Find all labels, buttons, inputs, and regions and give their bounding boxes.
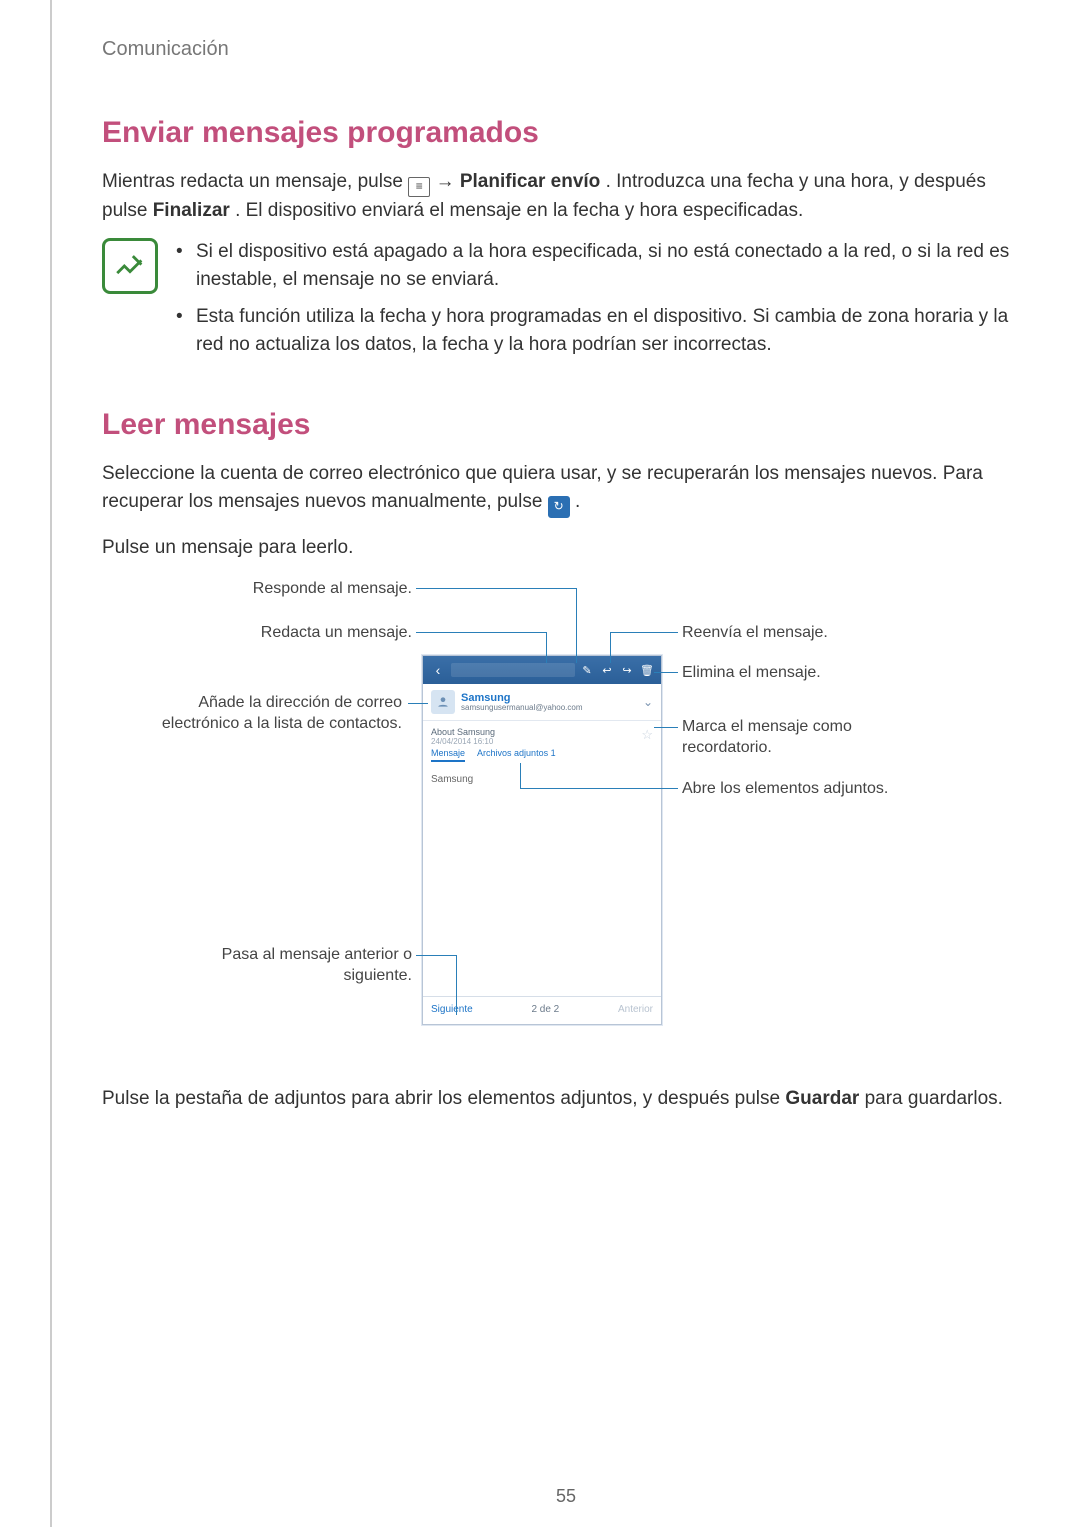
callout-prev-next: Pasa al mensaje anterior o siguiente. — [162, 945, 412, 987]
scheduled-paragraph: Mientras redacta un mensaje, pulse ≡ → P… — [102, 168, 1020, 224]
compose-icon[interactable]: ✎ — [579, 662, 595, 678]
text: . — [575, 491, 580, 512]
text: Mientras redacta un mensaje, pulse — [102, 171, 408, 192]
email-diagram: ‹ ✎ ↩ ↪ 🗑 Samsung samsungusermanual@yaho… — [102, 575, 962, 1055]
text-bold: Planificar envío — [460, 171, 600, 192]
callout-compose: Redacta un mensaje. — [132, 623, 412, 644]
note-item: Si el dispositivo está apagado a la hora… — [176, 238, 1020, 293]
heading-read: Leer mensajes — [102, 408, 1020, 442]
nav-prev-button[interactable]: Anterior — [618, 1004, 653, 1015]
menu-icon: ≡ — [408, 177, 430, 197]
phone-body: Samsung — [423, 766, 661, 996]
note-block: Si el dispositivo está apagado a la hora… — [102, 238, 1020, 368]
forward-icon[interactable]: ↪ — [619, 662, 635, 678]
nav-count: 2 de 2 — [531, 1004, 559, 1015]
avatar-icon[interactable] — [431, 690, 455, 714]
back-icon[interactable]: ‹ — [429, 661, 447, 679]
nav-next-button[interactable]: Siguiente — [431, 1004, 473, 1015]
text-bold: Finalizar — [153, 200, 230, 221]
star-icon[interactable]: ☆ — [641, 727, 653, 746]
read-paragraph-1: Seleccione la cuenta de correo electróni… — [102, 460, 1020, 517]
note-icon — [102, 238, 158, 294]
attachments-paragraph: Pulse la pestaña de adjuntos para abrir … — [102, 1085, 1020, 1113]
callout-delete: Elimina el mensaje. — [682, 663, 821, 684]
subject-text: About Samsung — [431, 727, 495, 737]
from-email: samsungusermanual@yahoo.com — [461, 704, 637, 713]
reply-icon[interactable]: ↩ — [599, 662, 615, 678]
callout-reply: Responde al mensaje. — [132, 579, 412, 600]
refresh-icon: ↻ — [548, 496, 570, 518]
phone-from-row: Samsung samsungusermanual@yahoo.com ⌄ — [423, 684, 661, 721]
tab-attachments[interactable]: Archivos adjuntos 1 — [477, 748, 556, 762]
read-paragraph-2: Pulse un mensaje para leerlo. — [102, 534, 1020, 562]
tab-message[interactable]: Mensaje — [431, 748, 465, 762]
chevron-down-icon[interactable]: ⌄ — [643, 695, 653, 709]
phone-subject-row: About Samsung 24/04/2014 16:10 ☆ — [423, 721, 661, 748]
heading-scheduled: Enviar mensajes programados — [102, 116, 1020, 150]
text-bold: Guardar — [785, 1088, 859, 1109]
text: → — [436, 171, 460, 192]
callout-add-contact: Añade la dirección de correo electrónico… — [132, 693, 402, 735]
text: para guardarlos. — [865, 1088, 1003, 1109]
text: Seleccione la cuenta de correo electróni… — [102, 463, 983, 512]
phone-toolbar: ‹ ✎ ↩ ↪ 🗑 — [423, 656, 661, 684]
address-bar — [451, 663, 575, 677]
note-list: Si el dispositivo está apagado a la hora… — [176, 238, 1020, 368]
note-item: Esta función utiliza la fecha y hora pro… — [176, 303, 1020, 358]
page-number: 55 — [52, 1486, 1080, 1507]
delete-icon[interactable]: 🗑 — [639, 662, 655, 678]
phone-mockup: ‹ ✎ ↩ ↪ 🗑 Samsung samsungusermanual@yaho… — [422, 655, 662, 1025]
phone-tabs: Mensaje Archivos adjuntos 1 — [423, 748, 661, 766]
phone-nav: Siguiente 2 de 2 Anterior — [423, 996, 661, 1022]
callout-reminder: Marca el mensaje como recordatorio. — [682, 717, 922, 759]
date-text: 24/04/2014 16:10 — [431, 737, 495, 746]
breadcrumb: Comunicación — [102, 38, 1020, 61]
text: Pulse la pestaña de adjuntos para abrir … — [102, 1088, 785, 1109]
callout-attachments: Abre los elementos adjuntos. — [682, 779, 888, 800]
callout-forward: Reenvía el mensaje. — [682, 623, 828, 644]
text: . El dispositivo enviará el mensaje en l… — [235, 200, 803, 221]
